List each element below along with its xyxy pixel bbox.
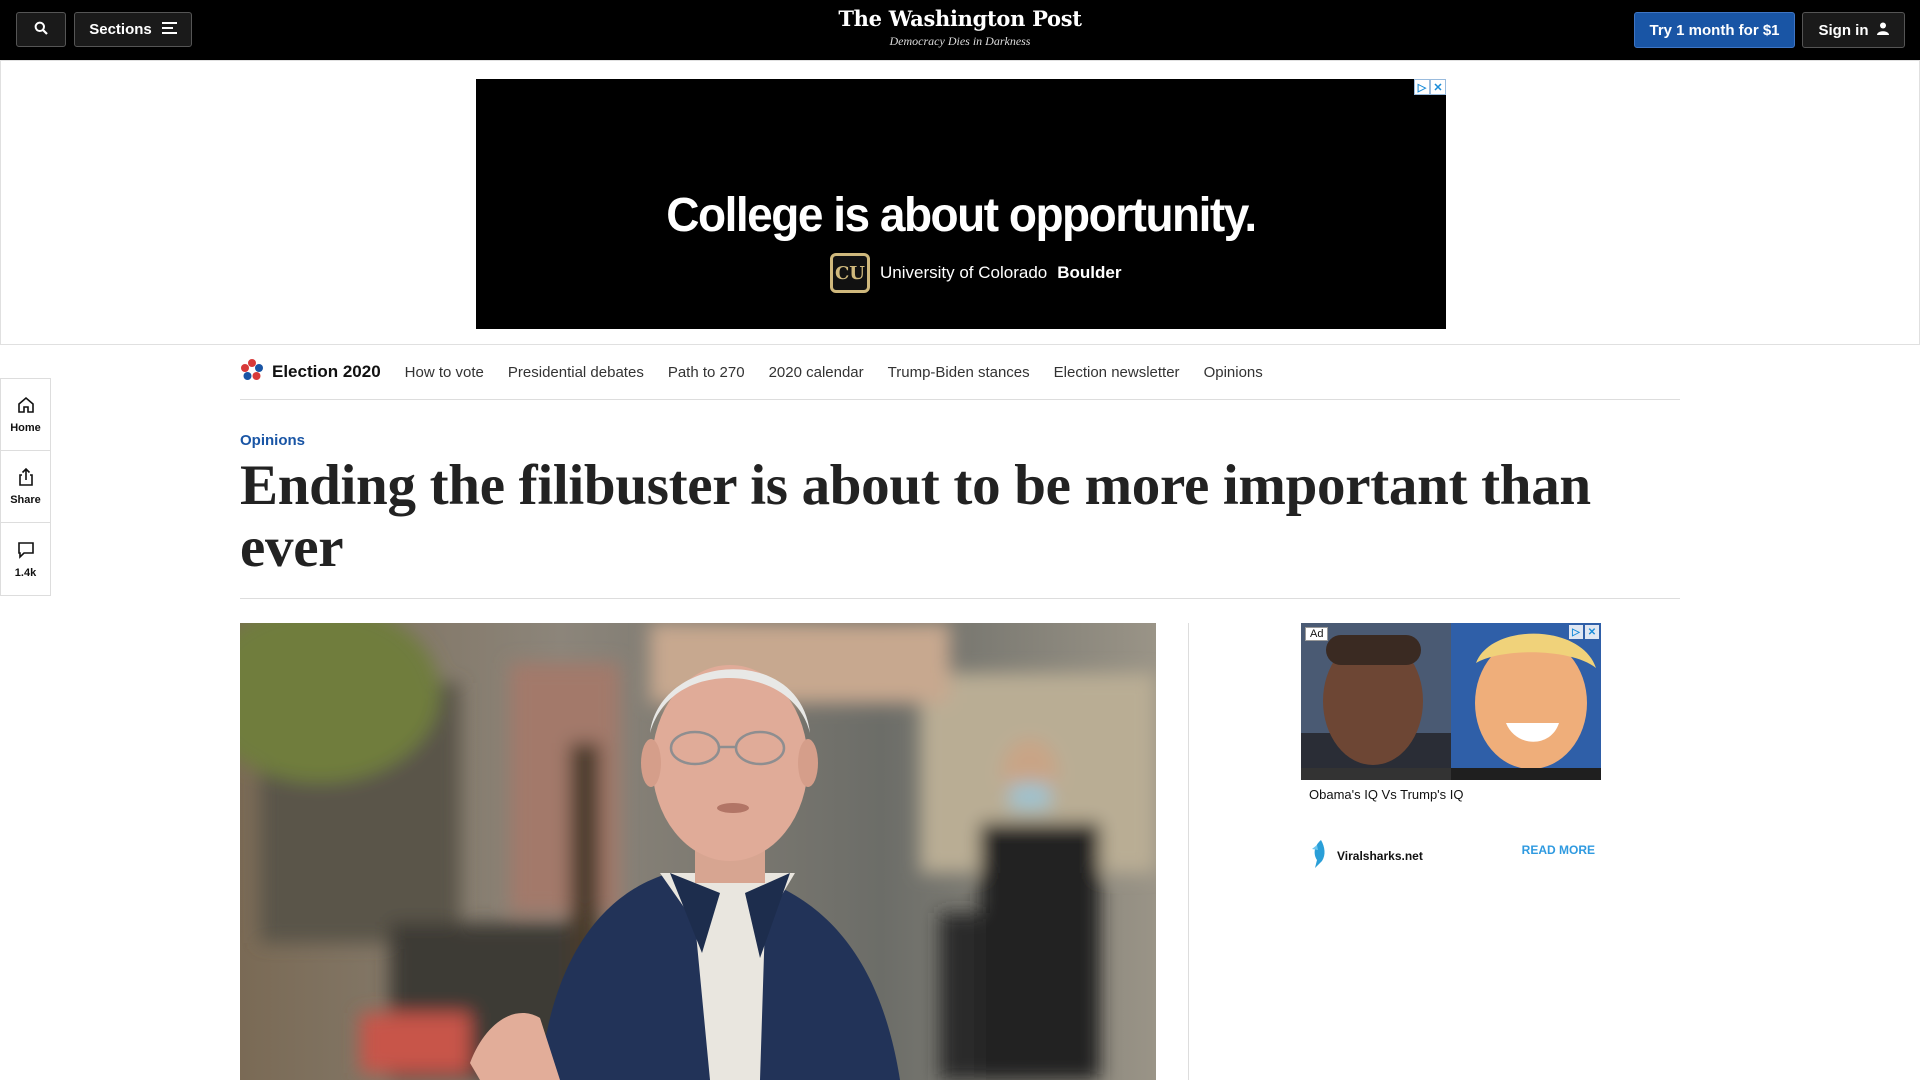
side-ad-image[interactable]: Ad ▷ ✕ [1301,623,1601,780]
adchoices-icon[interactable]: ▷ ✕ [1414,79,1446,95]
side-ad-caption[interactable]: Obama's IQ Vs Trump's IQ [1309,787,1464,802]
comments-rail-button[interactable]: 1.4k [1,523,50,595]
top-ad-brand-suffix: Boulder [1057,263,1122,282]
sign-in-button[interactable]: Sign in [1802,12,1905,48]
site-logo[interactable]: The Washington Post Democracy Dies in Da… [760,6,1160,49]
headline-divider [240,598,1680,599]
nav-link-presidential-debates[interactable]: Presidential debates [508,364,644,381]
user-icon [1876,22,1889,39]
subscribe-label: Try 1 month for $1 [1649,21,1780,39]
nav-link-trump-biden-stances[interactable]: Trump-Biden stances [888,364,1030,381]
cu-logo-icon: CU [830,253,870,293]
nav-link-2020-calendar[interactable]: 2020 calendar [769,364,864,381]
share-icon [16,467,36,490]
ad-label: Ad [1305,627,1329,641]
top-nav-bar: Sections The Washington Post Democracy D… [0,0,1920,60]
home-rail-button[interactable]: Home [1,379,50,451]
comments-count: 1.4k [14,566,37,579]
top-ad-headline: College is about opportunity. [666,186,1257,242]
article-headline: Ending the filibuster is about to be mor… [240,454,1591,579]
election-star-icon [240,358,264,387]
election-subnav: Election 2020 How to vote Presidential d… [240,345,1680,400]
top-ad-banner[interactable]: ▷ ✕ College is about opportunity. CU Univ… [476,79,1446,329]
home-rail-label: Home [10,422,41,434]
nav-link-path-to-270[interactable]: Path to 270 [668,364,745,381]
search-button[interactable] [16,12,66,47]
read-more-link[interactable]: READ MORE [1522,843,1595,857]
side-ad[interactable]: Ad ▷ ✕ Obama's IQ Vs Trump's IQ Viralshar… [1301,623,1601,873]
nav-link-opinions[interactable]: Opinions [1204,364,1263,381]
side-ad-source[interactable]: Viralsharks.net [1309,840,1423,871]
logo-name: The Washington Post [838,6,1082,31]
sections-label: Sections [89,21,152,38]
election-title: Election 2020 [272,362,381,381]
logo-tagline: Democracy Dies in Darkness [889,34,1031,48]
top-ad-brand: CU University of Colorado Boulder [830,253,1121,293]
article-lead-photo[interactable] [240,623,1156,1080]
side-adchoices-icon[interactable]: ▷ ✕ [1569,625,1599,639]
sections-button[interactable]: Sections [74,12,192,47]
comment-icon [16,540,36,563]
column-divider [1188,623,1189,1080]
search-icon [34,21,48,39]
election-2020-link[interactable]: Election 2020 [240,358,381,387]
nav-link-how-to-vote[interactable]: How to vote [405,364,484,381]
share-rail-label: Share [10,494,41,506]
viralsharks-logo-icon [1309,840,1329,871]
sign-in-label: Sign in [1818,21,1869,39]
article-kicker[interactable]: Opinions [240,432,305,449]
nav-link-election-newsletter[interactable]: Election newsletter [1054,364,1180,381]
top-ad-container: ▷ ✕ College is about opportunity. CU Univ… [0,60,1920,345]
share-rail-button[interactable]: Share [1,451,50,523]
hamburger-icon [161,21,177,38]
home-icon [16,395,36,418]
top-ad-brand-prefix: University of Colorado [880,263,1048,282]
left-action-rail: Home Share 1.4k [0,378,51,596]
subscribe-button[interactable]: Try 1 month for $1 [1634,12,1795,48]
side-ad-source-label: Viralsharks.net [1337,848,1423,863]
